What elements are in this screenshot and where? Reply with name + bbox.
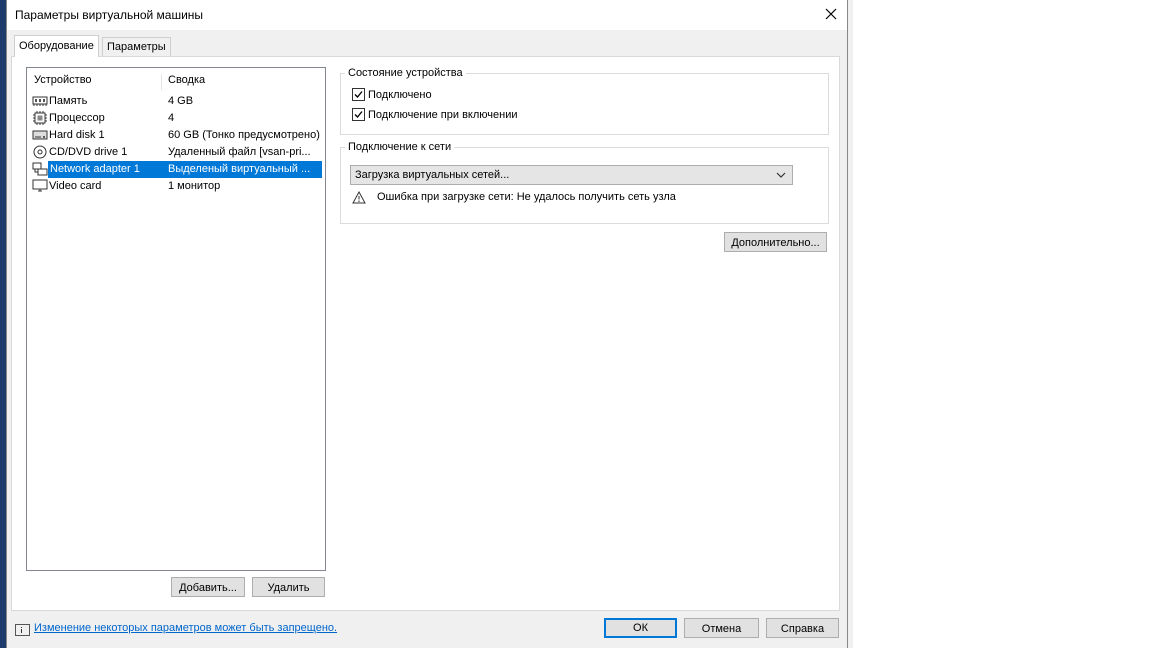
monitor-icon	[32, 179, 48, 192]
column-header-summary[interactable]: Сводка	[161, 74, 205, 90]
connect-at-power-on-label: Подключение при включении	[368, 109, 518, 121]
processor-icon	[33, 111, 47, 125]
dialog-title: Параметры виртуальной машины	[15, 8, 204, 22]
cd-dvd-icon	[33, 145, 47, 159]
vm-settings-dialog: Параметры виртуальной машины Оборудовани…	[6, 0, 848, 648]
device-row-network-adapter[interactable]: Network adapter 1 Выделеный виртуальный …	[31, 161, 324, 178]
check-icon	[354, 91, 363, 98]
device-row-video-card[interactable]: Video card 1 монитор	[31, 178, 324, 195]
network-select-value: Загрузка виртуальных сетей...	[355, 169, 510, 181]
device-name: Network adapter 1	[48, 161, 166, 178]
help-button[interactable]: Справка	[766, 618, 839, 638]
info-icon	[15, 624, 30, 636]
tab-hardware[interactable]: Оборудование	[14, 35, 99, 57]
advanced-button[interactable]: Дополнительно...	[724, 232, 827, 252]
chevron-down-icon	[776, 172, 786, 178]
close-button[interactable]	[819, 3, 843, 25]
device-row-hard-disk[interactable]: Hard disk 1 60 GB (Тонко предусмотрено)	[31, 127, 324, 144]
device-status-group: Состояние устройства Подключено Подключе…	[340, 67, 829, 135]
device-summary: 1 монитор	[168, 180, 221, 192]
device-row-memory[interactable]: Память 4 GB	[31, 93, 324, 110]
hard-disk-icon	[32, 130, 48, 140]
network-adapter-icon	[32, 162, 48, 176]
device-status-title: Состояние устройства	[345, 67, 466, 79]
network-connection-group: Подключение к сети	[340, 141, 829, 224]
device-summary: Удаленный файл [vsan-pri...	[168, 146, 311, 158]
device-row-cd-dvd[interactable]: CD/DVD drive 1 Удаленный файл [vsan-pri.…	[31, 144, 324, 161]
device-name: Hard disk 1	[49, 129, 105, 141]
connect-at-power-on-check-box[interactable]	[352, 108, 365, 121]
add-device-button[interactable]: Добавить...	[171, 577, 245, 597]
warning-icon	[352, 191, 366, 204]
device-name: Video card	[49, 180, 102, 192]
device-name: Процессор	[49, 112, 105, 124]
device-summary: Выделеный виртуальный ...	[164, 161, 322, 178]
network-connection-title: Подключение к сети	[345, 141, 455, 153]
cancel-button[interactable]: Отмена	[684, 618, 759, 638]
connected-check-box[interactable]	[352, 88, 365, 101]
title-bar: Параметры виртуальной машины	[7, 0, 847, 30]
device-summary: 4	[168, 112, 175, 124]
connected-label: Подключено	[368, 89, 432, 101]
device-row-processor[interactable]: Процессор 4	[31, 110, 324, 127]
device-name: CD/DVD drive 1	[49, 146, 128, 158]
device-name: Память	[49, 95, 88, 107]
device-list[interactable]: Устройство Сводка Память 4 GB Процессор	[26, 67, 326, 571]
memory-icon	[32, 96, 48, 106]
device-summary: 4 GB	[168, 95, 194, 107]
close-icon	[825, 8, 837, 20]
column-header-device[interactable]: Устройство	[34, 74, 92, 86]
hardware-tab-panel: Устройство Сводка Память 4 GB Процессор	[11, 56, 840, 611]
network-label-select[interactable]: Загрузка виртуальных сетей...	[350, 165, 793, 185]
restrictions-info-link[interactable]: Изменение некоторых параметров может быт…	[34, 622, 337, 634]
remove-device-button[interactable]: Удалить	[252, 577, 325, 597]
device-summary: 60 GB (Тонко предусмотрено)	[168, 129, 320, 141]
check-icon	[354, 111, 363, 118]
network-error-text: Ошибка при загрузке сети: Не удалось пол…	[377, 191, 676, 203]
ok-button[interactable]: ОК	[604, 618, 677, 638]
tab-options[interactable]: Параметры	[102, 37, 171, 58]
